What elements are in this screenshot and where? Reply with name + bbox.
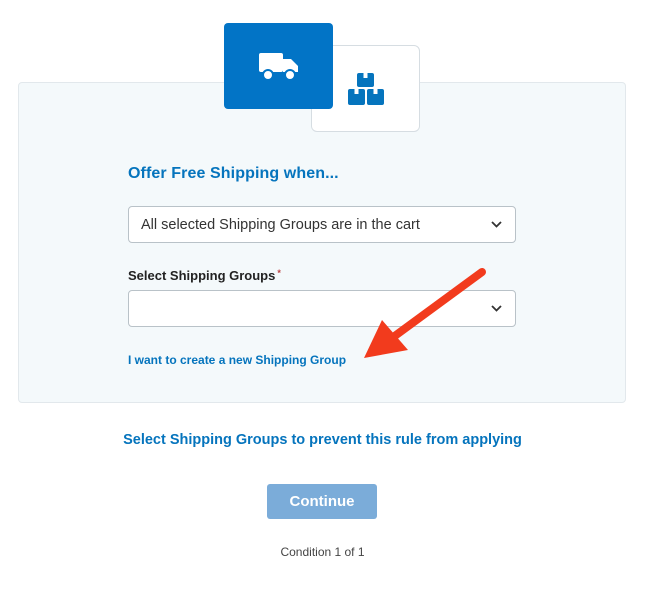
- condition-select-value: All selected Shipping Groups are in the …: [141, 216, 420, 233]
- required-marker: *: [277, 268, 281, 278]
- free-shipping-tile[interactable]: [224, 23, 333, 109]
- form-heading: Offer Free Shipping when...: [128, 165, 339, 182]
- annotation-arrow-icon: [364, 268, 486, 358]
- condition-counter: Condition 1 of 1: [280, 545, 365, 559]
- shipping-groups-label: Select Shipping Groups *: [128, 268, 281, 283]
- boxes-icon: [347, 72, 384, 105]
- shipping-groups-label-text: Select Shipping Groups: [128, 268, 276, 283]
- rule-hint: Select Shipping Groups to prevent this r…: [123, 432, 522, 448]
- truck-icon: [258, 53, 298, 81]
- create-shipping-group-link[interactable]: I want to create a new Shipping Group: [128, 353, 346, 367]
- chevron-down-icon: [491, 305, 503, 313]
- condition-select[interactable]: All selected Shipping Groups are in the …: [128, 206, 516, 243]
- continue-button[interactable]: Continue: [267, 484, 377, 519]
- chevron-down-icon: [491, 221, 503, 229]
